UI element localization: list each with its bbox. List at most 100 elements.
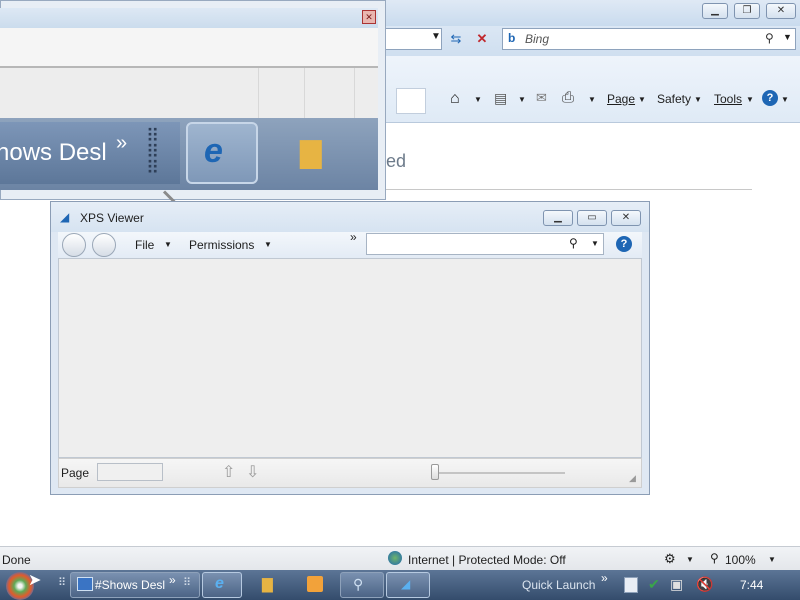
tray-document-icon[interactable] <box>624 577 638 593</box>
magnified-ie-icon: e <box>204 132 223 170</box>
page-number-input[interactable] <box>97 463 163 481</box>
mail-icon[interactable]: ✉ <box>536 90 547 106</box>
explorer-icon[interactable]: ▇ <box>262 576 273 593</box>
tools-dropdown-icon: ▼ <box>746 95 754 104</box>
grip-icon: ⠿ <box>183 577 192 589</box>
close-button[interactable]: ✕ <box>766 3 796 19</box>
zoom-icon[interactable]: ⚲ <box>710 551 719 565</box>
taskbar-chevron[interactable]: » <box>169 573 176 587</box>
page-label: Page <box>61 466 90 480</box>
zoom-slider-track[interactable] <box>435 472 565 474</box>
address-input[interactable]: ▼ <box>384 28 442 50</box>
tools-menu[interactable]: Tools <box>714 92 742 106</box>
zone-status[interactable]: Internet | Protected Mode: Off <box>408 553 566 567</box>
divider <box>258 68 259 118</box>
magnified-chevron: » <box>116 132 128 154</box>
bing-logo-icon: b <box>508 31 516 45</box>
xps-maximize-button[interactable]: ▭ <box>577 210 607 226</box>
globe-icon <box>388 551 402 565</box>
print-icon[interactable]: ⎙ <box>562 89 574 106</box>
status-text: Done <box>2 553 31 567</box>
taskbar-item-shows-desktop[interactable]: #Shows Desl » ⠿ <box>70 572 200 598</box>
help-dropdown-icon[interactable]: ▼ <box>781 95 789 104</box>
magnified-row <box>0 68 378 118</box>
xps-document-area[interactable] <box>58 258 642 458</box>
magnifier-close-button[interactable]: ✕ <box>362 10 376 24</box>
minimize-button[interactable]: ▁ <box>702 3 728 19</box>
magnified-ie-button: e <box>186 122 258 184</box>
file-dropdown-icon: ▼ <box>164 240 172 249</box>
mouse-cursor-icon: ➤ <box>28 572 42 589</box>
xps-statusbar: Page ⇧ ⇩ ◢ <box>58 458 642 488</box>
home-dropdown-icon[interactable]: ▼ <box>474 95 482 104</box>
xps-search-input[interactable]: ⚲ ▼ <box>366 233 604 255</box>
xps-close-button[interactable]: ✕ <box>611 210 641 226</box>
restore-button[interactable]: ❐ <box>734 3 760 19</box>
help-icon[interactable]: ? <box>762 90 778 106</box>
quick-launch-label[interactable]: Quick Launch <box>522 578 595 592</box>
status-bar: Done Internet | Protected Mode: Off ⚙ ▼ … <box>0 546 800 571</box>
file-menu[interactable]: File <box>135 238 154 252</box>
clock[interactable]: 7:44 <box>740 578 763 592</box>
taskbar-item-internet-explorer[interactable]: e <box>202 572 242 598</box>
tray-network-icon[interactable]: ▣ <box>670 576 683 593</box>
page-menu[interactable]: Page <box>607 92 635 106</box>
tray-volume-icon[interactable]: 🔇 <box>696 576 713 593</box>
magnified-folder-icon: ▇ <box>300 137 322 168</box>
search-placeholder: Bing <box>525 32 550 46</box>
feeds-dropdown-icon[interactable]: ▼ <box>518 95 526 104</box>
tab-stub[interactable] <box>396 88 426 114</box>
feeds-icon[interactable]: ▤ <box>494 90 507 107</box>
xps-minimize-button[interactable]: ▁ <box>543 210 573 226</box>
desktop-icon <box>77 577 93 591</box>
zoom-level[interactable]: 100% <box>725 553 756 567</box>
zoom-slider-thumb[interactable] <box>431 464 439 480</box>
taskbar-item-xps-viewer[interactable]: ◢ <box>386 572 430 598</box>
stop-icon[interactable]: ✕ <box>472 30 492 48</box>
search-icon[interactable]: ⚲ <box>765 31 774 45</box>
xps-taskbar-icon: ◢ <box>401 577 411 591</box>
tray-shield-icon[interactable]: ✔ <box>648 576 660 593</box>
grip-icon: ⠿ <box>58 577 66 589</box>
magnifier-titlebar: ✕ <box>0 8 378 28</box>
safety-menu[interactable]: Safety <box>657 92 691 106</box>
task-label: #Shows Desl <box>95 578 166 592</box>
protected-dropdown-icon[interactable]: ▼ <box>686 555 694 564</box>
magnifier-app-icon: ⚲ <box>353 576 364 592</box>
back-button[interactable] <box>62 233 86 257</box>
heading-divider <box>386 189 752 190</box>
magnified-task-button: hows Desl » ⠿ ⠿ ⠿ <box>0 122 180 184</box>
taskbar-item-magnifier[interactable]: ⚲ <box>340 572 384 598</box>
media-player-icon[interactable] <box>307 576 323 592</box>
protected-mode-icon[interactable]: ⚙ <box>664 551 676 567</box>
quick-launch-chevron[interactable]: » <box>601 571 608 585</box>
xps-app-icon: ◢ <box>60 210 70 224</box>
ie-icon: e <box>215 575 224 592</box>
magnified-task-label: hows Desl <box>0 139 107 166</box>
forward-button[interactable] <box>92 233 116 257</box>
permissions-menu[interactable]: Permissions <box>189 238 254 252</box>
divider <box>304 68 305 118</box>
magnified-grip-icon: ⠿ ⠿ ⠿ <box>146 126 159 178</box>
previous-page-icon[interactable]: ⇧ <box>222 462 235 482</box>
home-icon[interactable]: ⌂ <box>450 90 460 108</box>
xps-toolbar: File ▼ Permissions ▼ » ⚲ ▼ ? <box>58 230 642 258</box>
print-dropdown-icon[interactable]: ▼ <box>588 95 596 104</box>
zoom-dropdown-icon[interactable]: ▼ <box>768 555 776 564</box>
xps-search-dropdown-icon[interactable]: ▼ <box>591 239 599 248</box>
xps-search-icon[interactable]: ⚲ <box>569 236 578 250</box>
page-heading-fragment: ed <box>386 151 407 171</box>
refresh-icon[interactable]: ⇆ <box>446 30 466 48</box>
address-dropdown-icon[interactable]: ▼ <box>431 31 441 42</box>
toolbar-overflow-chevron[interactable]: » <box>350 230 357 244</box>
xps-help-icon[interactable]: ? <box>616 236 632 252</box>
resize-grip-icon[interactable]: ◢ <box>629 473 636 484</box>
search-dropdown-icon[interactable]: ▼ <box>783 32 792 42</box>
xps-titlebar: ◢ XPS Viewer ▁ ▭ ✕ <box>51 202 649 232</box>
divider <box>354 68 355 118</box>
search-box[interactable]: b Bing ⚲ ▼ <box>502 28 796 50</box>
next-page-icon[interactable]: ⇩ <box>246 462 259 482</box>
magnified-toolbar <box>0 28 378 68</box>
permissions-dropdown-icon: ▼ <box>264 240 272 249</box>
safety-dropdown-icon: ▼ <box>694 95 702 104</box>
